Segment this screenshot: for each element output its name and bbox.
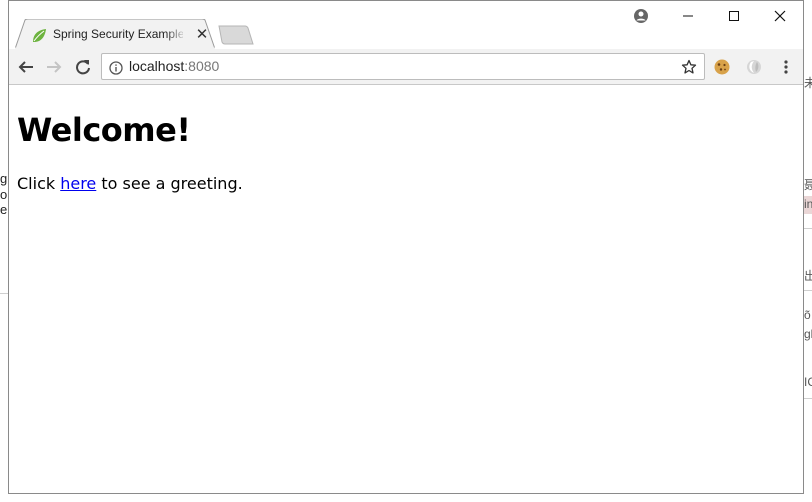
forward-button[interactable]	[43, 56, 65, 78]
back-button[interactable]	[15, 56, 37, 78]
close-tab-icon[interactable]: ✕	[195, 26, 209, 42]
page-content: Welcome! Click here to see a greeting.	[9, 86, 803, 493]
background-text-fragment: g	[0, 171, 8, 186]
kebab-menu-icon[interactable]	[779, 57, 793, 77]
browser-window: Spring Security Example ✕ localhost:8080…	[8, 0, 804, 494]
spring-leaf-icon	[31, 28, 47, 44]
background-text-fragment: 未	[804, 76, 812, 90]
extension-icon[interactable]	[745, 58, 763, 76]
new-tab-button[interactable]	[215, 25, 255, 45]
arrow-right-icon	[47, 61, 62, 73]
browser-toolbar: localhost:8080	[9, 49, 803, 85]
title-bar: Spring Security Example ✕	[9, 1, 803, 49]
background-text-fragment: IC	[804, 375, 812, 389]
info-icon[interactable]	[109, 60, 123, 75]
maximize-icon	[729, 11, 739, 21]
minimize-icon	[683, 15, 693, 17]
address-bar[interactable]: localhost:8080	[101, 53, 705, 80]
star-icon[interactable]	[681, 59, 697, 75]
minimize-button[interactable]	[665, 1, 711, 31]
page-title: Welcome!	[17, 111, 191, 149]
reload-button[interactable]	[72, 56, 94, 78]
background-text-fragment: õ	[804, 308, 811, 322]
maximize-button[interactable]	[711, 1, 757, 31]
text-before-link: Click	[17, 174, 61, 193]
arrow-left-icon	[18, 61, 33, 73]
tab-title-fade	[165, 25, 187, 45]
tab-title: Spring Security Example	[53, 27, 183, 41]
url-host: localhost	[129, 58, 185, 74]
close-icon	[774, 10, 786, 22]
background-text-fragment: 聂	[804, 178, 812, 192]
here-link[interactable]: here	[60, 174, 96, 193]
url-port: :8080	[184, 58, 220, 74]
background-divider	[0, 293, 8, 294]
text-after-link: to see a greeting.	[96, 174, 243, 193]
profile-icon[interactable]	[633, 8, 649, 24]
close-window-button[interactable]	[757, 1, 803, 31]
reload-icon	[76, 60, 90, 75]
background-window-right: 未 聂 in 出 õ gl IC	[804, 0, 812, 502]
background-divider	[804, 290, 812, 291]
url-text[interactable]: localhost:8080	[129, 58, 219, 74]
background-divider	[804, 398, 812, 399]
background-window-left: g or e	[0, 0, 12, 502]
background-text-fragment: e	[0, 202, 8, 217]
background-text-fragment: 出	[804, 269, 812, 283]
background-text-fragment: gl	[804, 327, 812, 341]
cookie-extension-icon[interactable]	[713, 58, 731, 76]
background-divider	[804, 228, 812, 229]
greeting-paragraph: Click here to see a greeting.	[17, 174, 795, 194]
background-text-fragment: in	[804, 197, 812, 211]
tab-spring-security-example[interactable]: Spring Security Example ✕	[15, 19, 215, 49]
